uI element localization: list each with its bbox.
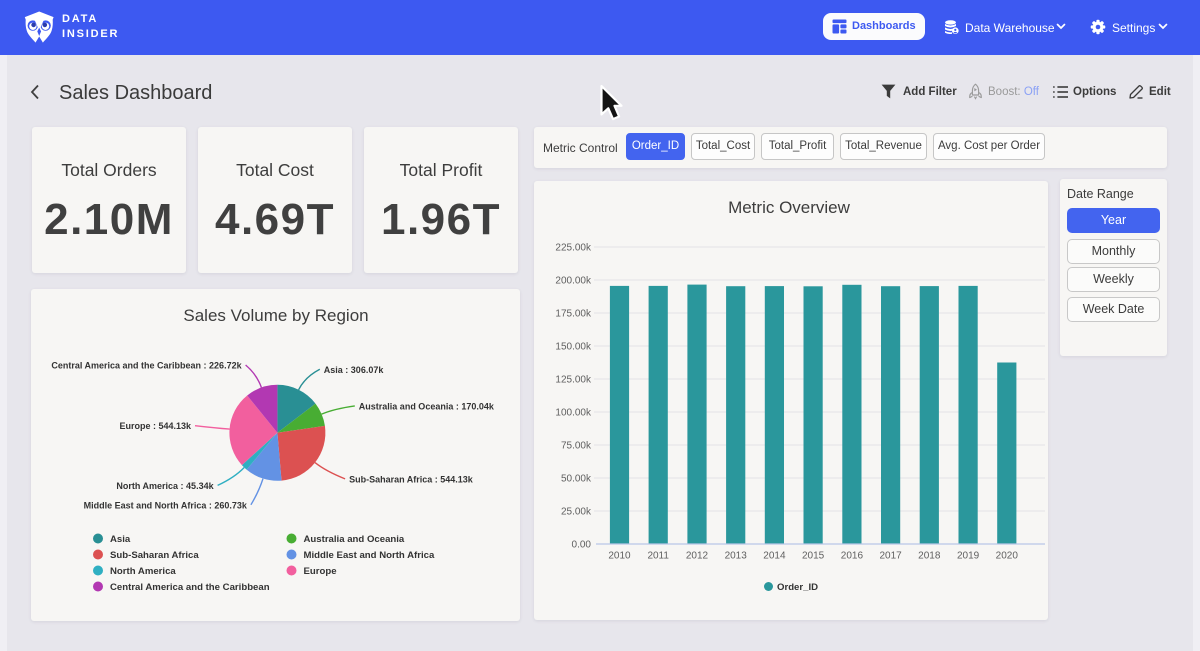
svg-text:100.00k: 100.00k: [555, 408, 592, 419]
svg-text:2020: 2020: [996, 551, 1019, 562]
svg-text:2013: 2013: [725, 551, 748, 562]
svg-text:2012: 2012: [686, 551, 709, 562]
svg-text:2017: 2017: [879, 551, 902, 562]
svg-text:25.00k: 25.00k: [561, 507, 592, 518]
svg-text:225.00k: 225.00k: [555, 243, 592, 254]
svg-text:200.00k: 200.00k: [555, 276, 592, 287]
svg-text:50.00k: 50.00k: [561, 474, 592, 485]
svg-text:2015: 2015: [802, 551, 825, 562]
svg-text:75.00k: 75.00k: [561, 441, 592, 452]
svg-text:2019: 2019: [957, 551, 980, 562]
svg-text:175.00k: 175.00k: [555, 309, 592, 320]
svg-text:0.00: 0.00: [572, 540, 592, 551]
svg-text:2010: 2010: [608, 551, 631, 562]
svg-text:2011: 2011: [647, 551, 669, 562]
svg-text:Metric Overview: Metric Overview: [728, 198, 851, 217]
svg-text:Order_ID: Order_ID: [777, 582, 818, 593]
svg-text:125.00k: 125.00k: [555, 375, 592, 386]
svg-text:2016: 2016: [841, 551, 864, 562]
svg-text:150.00k: 150.00k: [555, 342, 592, 353]
svg-text:2018: 2018: [918, 551, 941, 562]
svg-text:2014: 2014: [763, 551, 786, 562]
